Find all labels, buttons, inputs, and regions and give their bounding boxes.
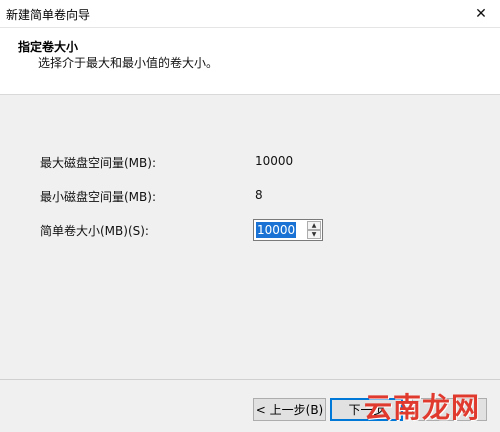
volume-size-label: 简单卷大小(MB)(S): [40,224,149,238]
close-button[interactable]: ✕ [462,0,500,28]
wizard-header: 指定卷大小 选择介于最大和最小值的卷大小。 [0,28,500,95]
min-size-value: 8 [255,188,263,202]
close-icon: ✕ [475,6,487,22]
title-bar: 新建简单卷向导 ✕ [0,0,500,28]
max-size-value: 10000 [255,154,294,168]
back-button[interactable]: < 上一步(B) [253,398,326,421]
arrow-up-icon: ▲ [311,222,317,229]
watermark-logo: 云南龙网 [364,391,481,424]
max-size-label: 最大磁盘空间量(MB): [40,156,156,170]
step-title: 指定卷大小 [18,40,79,54]
volume-size-input[interactable]: 10000 [256,222,297,238]
volume-size-stepper[interactable]: 10000 ▲ ▼ [253,219,323,241]
wizard-content: 最大磁盘空间量(MB): 10000 最小磁盘空间量(MB): 8 简单卷大小(… [0,96,500,378]
spin-down-button[interactable]: ▼ [307,230,321,239]
spin-up-button[interactable]: ▲ [307,221,321,230]
window-title: 新建简单卷向导 [6,8,91,22]
min-size-label: 最小磁盘空间量(MB): [40,190,156,204]
step-description: 选择介于最大和最小值的卷大小。 [38,56,219,70]
arrow-down-icon: ▼ [311,231,317,238]
